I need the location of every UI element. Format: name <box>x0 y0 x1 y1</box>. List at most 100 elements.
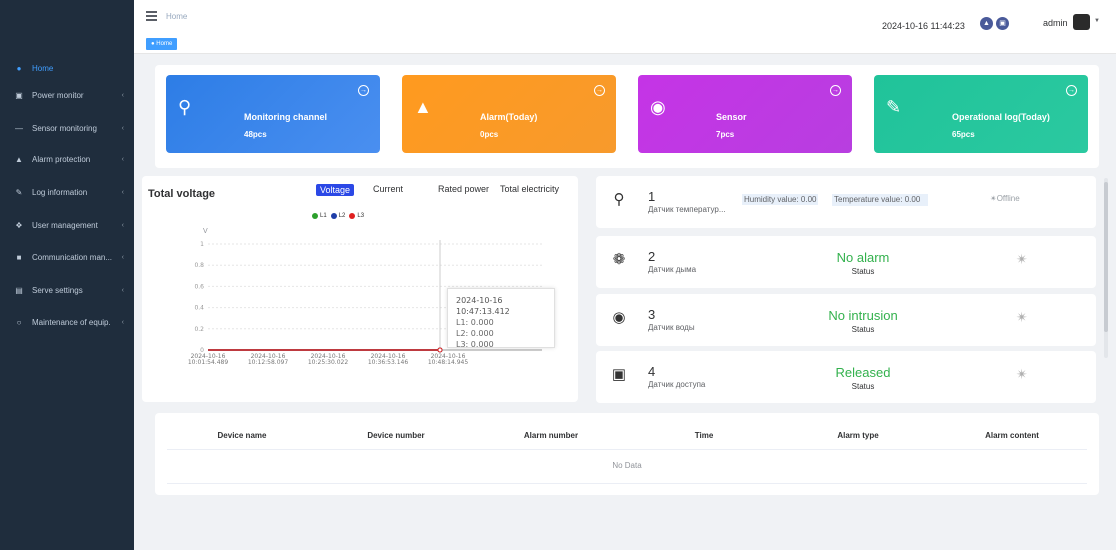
card-value: 48pcs <box>244 130 267 139</box>
sensor-scrollbar[interactable] <box>1104 178 1108 358</box>
sensor-status-label: Status <box>851 325 875 334</box>
chevron-down-icon: ‹ <box>121 318 124 326</box>
column-header[interactable]: Alarm number <box>476 431 626 440</box>
sidebar-item-communication[interactable]: ■ Communication man... ‹ <box>0 246 134 268</box>
chart-legend: L1 L2 L3 <box>312 213 364 219</box>
log-icon: ✎ <box>15 187 23 197</box>
monitor-icon: ▣ <box>15 90 23 100</box>
arrow-right-icon[interactable]: → <box>594 85 605 96</box>
card-monitoring-channel[interactable]: ⚲ Monitoring channel 48pcs → <box>166 75 380 153</box>
column-header[interactable]: Device name <box>167 431 317 440</box>
tab-voltage[interactable]: Voltage <box>316 184 355 196</box>
thermometer-icon: ⚲ <box>613 191 625 208</box>
tab-total-electricity[interactable]: Total electricity <box>500 184 559 194</box>
sidebar-item-user-management[interactable]: ❖ User management ‹ <box>0 214 134 236</box>
column-header[interactable]: Time <box>629 431 779 440</box>
sidebar-item-label: Maintenance of equip. <box>32 317 111 327</box>
sensor-number: 1 <box>648 189 656 204</box>
x-tick-label: 10:12:58.097 <box>248 359 288 366</box>
tab-rated-power[interactable]: Rated power <box>438 184 489 194</box>
card-value: 65pcs <box>952 130 975 139</box>
sidebar-item-label: Communication man... <box>32 252 113 262</box>
sensor-status-label: Status <box>851 382 875 391</box>
panel-title: Total voltage <box>148 188 216 200</box>
avatar[interactable] <box>1073 14 1090 30</box>
sidebar-item-alarm-protection[interactable]: ▲ Alarm protection ‹ <box>0 148 134 170</box>
caret-down-icon[interactable]: ▼ <box>1094 18 1100 24</box>
y-tick-label: 1 <box>200 241 204 248</box>
alarm-icon: ▲ <box>15 154 23 164</box>
tooltip-l2: L2: 0.000 <box>456 329 494 338</box>
sensor-status: No intrusion <box>828 308 898 323</box>
sensor-row-temperature[interactable]: ⚲ 1 Датчик температур... Humidity value:… <box>596 176 1096 228</box>
sensor-row-access[interactable]: ▣ 4 Датчик доступа Released Status ✴ <box>596 351 1096 403</box>
sensor-number: 3 <box>648 307 656 322</box>
arrow-right-icon[interactable]: → <box>1066 85 1077 96</box>
voltage-panel: Total voltage Voltage Current Rated powe… <box>142 176 578 402</box>
top-header: Home 2024-10-16 11:44:23 ▲ ▣ admin ▼ <box>134 0 1116 36</box>
fullscreen-icon[interactable]: ▣ <box>996 17 1009 30</box>
temperature-value: Temperature value: 0.00 <box>832 194 928 206</box>
sidebar-item-label: Sensor monitoring <box>32 123 97 133</box>
x-tick-label: 10:25:30.022 <box>308 359 348 366</box>
gauge-icon: ⚲ <box>178 97 192 117</box>
empty-state: No Data <box>612 461 642 470</box>
card-operational-log[interactable]: ✎ Operational log(Today) 65pcs → <box>874 75 1088 153</box>
sidebar-item-power-monitor[interactable]: ▣ Power monitor ‹ <box>0 84 134 106</box>
chevron-down-icon: ‹ <box>121 286 124 294</box>
sidebar-item-home[interactable]: ● Home <box>0 57 134 79</box>
sensor-row-smoke[interactable]: ❁ 2 Датчик дыма No alarm Status ✴ <box>596 236 1096 288</box>
card-value: 0pcs <box>480 130 499 139</box>
breadcrumb[interactable]: Home <box>166 12 187 21</box>
chevron-down-icon: ‹ <box>121 155 124 163</box>
offline-icon: ✴ <box>990 194 997 203</box>
tooltip-l1: L1: 0.000 <box>456 318 494 327</box>
home-icon: ● <box>16 63 22 73</box>
legend-item-l3[interactable]: L3 <box>349 213 364 219</box>
arrow-right-icon[interactable]: → <box>358 85 369 96</box>
hamburger-icon[interactable] <box>146 11 157 21</box>
column-header[interactable]: Alarm type <box>783 431 933 440</box>
sidebar-item-label: Alarm protection <box>32 154 91 164</box>
stats-panel: ⚲ Monitoring channel 48pcs → ▲ Alarm(Tod… <box>155 65 1099 168</box>
y-tick-label: 0.6 <box>194 283 204 290</box>
card-title: Operational log(Today) <box>952 112 1050 122</box>
lock-icon: ▣ <box>611 366 627 383</box>
table-divider <box>167 449 1087 450</box>
sidebar-item-label: User management <box>32 220 98 230</box>
chat-icon: ■ <box>16 252 22 262</box>
legend-item-l1[interactable]: L1 <box>312 213 327 219</box>
alarm-table: Device name Device number Alarm number T… <box>155 413 1099 495</box>
sidebar: ● Home ▣ Power monitor ‹ — Sensor monito… <box>0 0 134 550</box>
tab-home[interactable]: ● Home <box>146 38 178 50</box>
column-header[interactable]: Alarm content <box>937 431 1087 440</box>
sidebar-item-serve-settings[interactable]: ▤ Serve settings ‹ <box>0 279 134 301</box>
tooltip-l3: L3: 0.000 <box>456 340 494 349</box>
legend-item-l2[interactable]: L2 <box>330 213 345 219</box>
sensor-row-water[interactable]: ◉ 3 Датчик воды No intrusion Status ✴ <box>596 294 1096 346</box>
sensor-icon: — <box>15 123 23 133</box>
sidebar-item-maintenance[interactable]: ○ Maintenance of equip. ‹ <box>0 311 134 333</box>
card-title: Sensor <box>716 112 747 122</box>
chart-tooltip: 2024-10-16 10:47:13.412 L1: 0.000 L2: 0.… <box>447 288 555 349</box>
humidity-value: Humidity value: 0.00 <box>742 194 819 205</box>
card-sensor[interactable]: ◉ Sensor 7pcs → <box>638 75 852 153</box>
tags-bar: ● Home <box>134 36 1116 54</box>
smoke-icon: ❁ <box>612 251 626 268</box>
sidebar-item-sensor-monitoring[interactable]: — Sensor monitoring ‹ <box>0 117 134 139</box>
card-alarm-today[interactable]: ▲ Alarm(Today) 0pcs → <box>402 75 616 153</box>
chevron-down-icon: ‹ <box>121 188 124 196</box>
sidebar-item-log-information[interactable]: ✎ Log information ‹ <box>0 181 134 203</box>
bell-icon[interactable]: ▲ <box>980 17 993 30</box>
y-axis-unit: V <box>203 228 208 235</box>
sensor-name: Датчик доступа <box>648 380 706 389</box>
chevron-down-icon: ‹ <box>121 91 124 99</box>
tab-current[interactable]: Current <box>373 184 403 194</box>
sidebar-item-label: Log information <box>32 187 88 197</box>
username[interactable]: admin <box>1043 18 1068 28</box>
column-header[interactable]: Device number <box>321 431 471 440</box>
current-datetime: 2024-10-16 11:44:23 <box>882 21 965 31</box>
arrow-right-icon[interactable]: → <box>830 85 841 96</box>
sensor-name: Датчик дыма <box>648 265 697 274</box>
server-icon: ▤ <box>15 285 23 295</box>
